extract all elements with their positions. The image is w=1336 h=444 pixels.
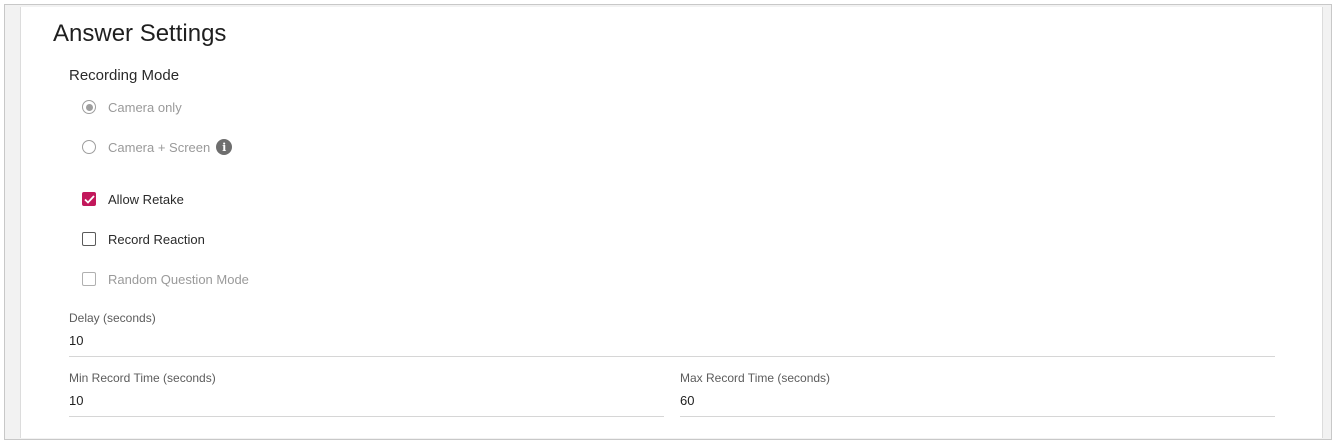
checkbox-record-reaction[interactable]: Record Reaction xyxy=(81,227,205,251)
delay-label: Delay (seconds) xyxy=(69,311,156,325)
checkbox-random-question-mode[interactable]: Random Question Mode xyxy=(81,267,249,291)
random-question-mode-label: Random Question Mode xyxy=(108,271,249,287)
info-icon[interactable]: i xyxy=(216,139,233,155)
radio-selected-icon xyxy=(82,100,96,114)
min-record-time-label: Min Record Time (seconds) xyxy=(69,371,216,385)
checkbox-unchecked-icon xyxy=(82,232,96,246)
min-record-time-field: Min Record Time (seconds) xyxy=(69,371,664,417)
radio-camera-only-label: Camera only xyxy=(108,99,182,115)
checkbox-disabled-icon xyxy=(82,272,96,286)
max-record-time-label: Max Record Time (seconds) xyxy=(680,371,831,385)
allow-retake-label: Allow Retake xyxy=(108,191,184,207)
delay-input[interactable] xyxy=(69,329,1275,357)
record-reaction-label: Record Reaction xyxy=(108,231,205,247)
max-record-time-input[interactable] xyxy=(680,389,1275,417)
radio-camera-screen[interactable]: Camera + Screen i xyxy=(81,135,233,159)
delay-field: Delay (seconds) xyxy=(69,311,1275,357)
answer-settings-panel: Answer Settings Recording Mode Camera on… xyxy=(20,7,1323,438)
radio-unselected-icon xyxy=(82,140,96,154)
radio-camera-only[interactable]: Camera only xyxy=(81,95,182,119)
min-record-time-input[interactable] xyxy=(69,389,664,417)
radio-camera-screen-label: Camera + Screen xyxy=(108,139,211,155)
checkbox-checked-icon xyxy=(82,192,96,206)
checkbox-allow-retake[interactable]: Allow Retake xyxy=(81,187,184,211)
max-record-time-field: Max Record Time (seconds) xyxy=(680,371,1275,417)
settings-frame: Answer Settings Recording Mode Camera on… xyxy=(4,4,1332,440)
page-title: Answer Settings xyxy=(53,20,227,47)
recording-mode-label: Recording Mode xyxy=(69,67,180,84)
